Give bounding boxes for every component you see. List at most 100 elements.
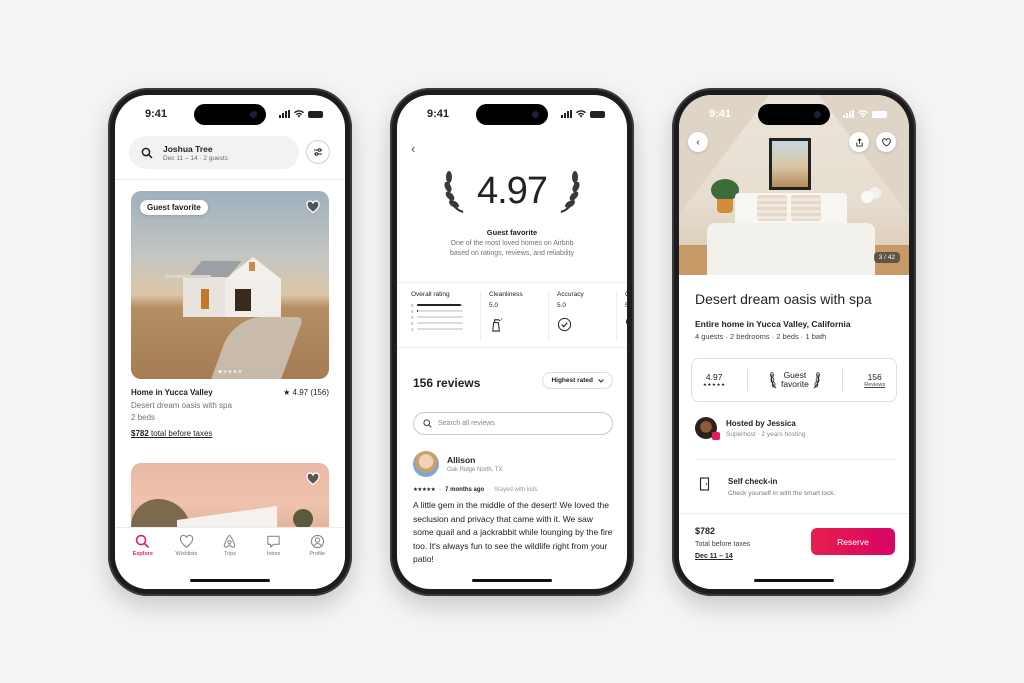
- rating-bar-track: [416, 304, 463, 306]
- laurel-left-icon: [444, 171, 464, 213]
- back-button[interactable]: ‹: [688, 132, 708, 152]
- user-icon: [310, 534, 324, 549]
- rating-bar-track: [416, 310, 463, 312]
- share-icon: [855, 137, 863, 147]
- phone-reviews: 9:41 ‹ 4.97 Guest favorite One of the mo…: [390, 88, 634, 596]
- rating-distribution: 54321: [411, 302, 472, 332]
- search-bar[interactable]: Joshua Tree Dec 11 – 14 · 2 guests: [129, 136, 299, 169]
- review-context: Stayed with kids: [494, 487, 538, 493]
- rating-bar-fill: [416, 304, 462, 306]
- laurel-left-icon: [770, 372, 777, 389]
- lamp: [861, 191, 873, 203]
- chevron-down-icon: [598, 378, 604, 383]
- listing-photo[interactable]: Guest favorite: [131, 191, 329, 379]
- footer-dates[interactable]: Dec 11 – 14: [695, 553, 733, 560]
- category-cleanliness: Cleanliness 5.0: [489, 291, 549, 341]
- listing-title: Home in Yucca Valley: [131, 388, 213, 397]
- back-button[interactable]: ‹: [411, 141, 415, 156]
- filter-icon: [314, 148, 322, 156]
- category-checkin: Check-in 5.0: [625, 291, 627, 341]
- share-button[interactable]: [849, 132, 869, 152]
- reviews-count-heading: 156 reviews: [413, 376, 481, 390]
- status-time: 9:41: [145, 108, 168, 120]
- battery-icon: [590, 110, 605, 118]
- rating-bar-track: [416, 316, 463, 318]
- wifi-icon: [294, 110, 304, 118]
- rating-bar-label: 3: [411, 314, 414, 320]
- heart-icon[interactable]: [306, 200, 320, 214]
- search-icon: [141, 147, 153, 159]
- guest-favorite-badge: Guest favorite: [140, 200, 208, 215]
- category-accuracy: Accuracy 5.0: [557, 291, 617, 341]
- wifi-icon: [858, 110, 868, 118]
- battery-icon: [872, 110, 887, 118]
- status-time: 9:41: [427, 108, 450, 120]
- wifi-icon: [576, 110, 586, 118]
- overall-rating: 4.97: [477, 169, 548, 212]
- guest-favorite-stat: Guest favorite: [770, 371, 820, 389]
- signal-icon: [279, 110, 290, 118]
- rating-bar-track: [416, 328, 463, 330]
- amenity-description: Check yourself in with the smart lock.: [728, 490, 836, 497]
- listing-price[interactable]: $782 total before taxes: [131, 428, 329, 441]
- reviewer[interactable]: Allison Oak Ridge North, TX: [413, 451, 503, 477]
- guest-favorite-description: One of the most loved homes on Airbnb ba…: [449, 240, 575, 257]
- rating-stat: 4.97 ★★★★★: [702, 372, 726, 387]
- filter-button[interactable]: [306, 140, 330, 164]
- home-indicator: [190, 579, 270, 582]
- reviewer-avatar: [413, 451, 439, 477]
- home-indicator: [754, 579, 834, 582]
- reviews-link[interactable]: Reviews: [864, 382, 885, 388]
- dynamic-island: [194, 104, 266, 125]
- tab-explore[interactable]: Explore: [123, 534, 163, 589]
- reviews-stat[interactable]: 156 Reviews: [864, 372, 885, 388]
- sort-dropdown[interactable]: Highest rated: [542, 372, 613, 389]
- door-icon: [699, 477, 710, 491]
- reserve-button[interactable]: Reserve: [811, 528, 895, 555]
- booking-footer: $782 Total before taxes Dec 11 – 14 Rese…: [679, 513, 909, 589]
- reviews-screen: 9:41 ‹ 4.97 Guest favorite One of the mo…: [397, 95, 627, 589]
- review-stars: ★★★★★: [413, 487, 436, 493]
- footer-price-note: Total before taxes: [695, 541, 751, 548]
- amenity-title: Self check-in: [728, 477, 778, 486]
- rating-bar-row: 1: [411, 326, 472, 332]
- divider: [115, 179, 345, 180]
- host-meta: Superhost · 2 years hosting: [726, 430, 806, 438]
- listing-specs: 4 guests · 2 bedrooms · 2 beds · 1 bath: [695, 332, 827, 341]
- host-avatar: [695, 417, 720, 440]
- laurel-right-icon: [560, 171, 580, 213]
- chevron-left-icon: ‹: [411, 141, 416, 156]
- pillow: [791, 195, 821, 221]
- bed: [707, 223, 875, 275]
- rating-bar-label: 4: [411, 308, 414, 314]
- amenity-self-checkin: Self check-in Check yourself in with the…: [699, 477, 835, 497]
- airbnb-logo-icon: [224, 534, 236, 548]
- listing-title: Desert dream oasis with spa: [695, 291, 872, 307]
- rating-hero: 4.97: [397, 168, 627, 214]
- rating-summary-card[interactable]: 4.97 ★★★★★ Guest favorite 156 Reviews: [691, 358, 897, 402]
- key-icon: [625, 319, 627, 325]
- rating-categories[interactable]: Overall rating 54321 Cleanliness 5.0 Acc…: [397, 282, 627, 348]
- listing-rating: ★ 4.97 (156): [283, 388, 329, 397]
- rating-bar-label: 5: [411, 302, 414, 308]
- host-row[interactable]: Hosted by Jessica Superhost · 2 years ho…: [695, 417, 806, 440]
- review-time: 7 months ago: [445, 487, 485, 493]
- review-search-input[interactable]: Search all reviews: [413, 412, 613, 435]
- listing-info[interactable]: Home in Yucca Valley ★ 4.97 (156) Desert…: [131, 387, 329, 440]
- check-circle-icon: [557, 317, 572, 332]
- tab-profile[interactable]: Profile: [297, 534, 337, 589]
- bedroom-window: [769, 138, 811, 190]
- reviewer-location: Oak Ridge North, TX: [447, 467, 503, 473]
- listing-subtitle: Entire home in Yucca Valley, California: [695, 319, 851, 329]
- star-rating: ★★★★★: [702, 382, 726, 387]
- reviewer-name: Allison: [447, 455, 476, 465]
- phone-explore: 9:41 Joshua Tree Dec 11 – 14 · 2 guests: [108, 88, 352, 596]
- category-overall: Overall rating 54321: [411, 291, 481, 341]
- home-indicator: [472, 579, 552, 582]
- save-button[interactable]: [876, 132, 896, 152]
- photo-counter: 3 / 42: [873, 252, 900, 263]
- heart-icon[interactable]: [306, 472, 320, 486]
- search-icon: [136, 534, 150, 549]
- message-icon: [267, 535, 280, 548]
- rating-bar-label: 2: [411, 320, 414, 326]
